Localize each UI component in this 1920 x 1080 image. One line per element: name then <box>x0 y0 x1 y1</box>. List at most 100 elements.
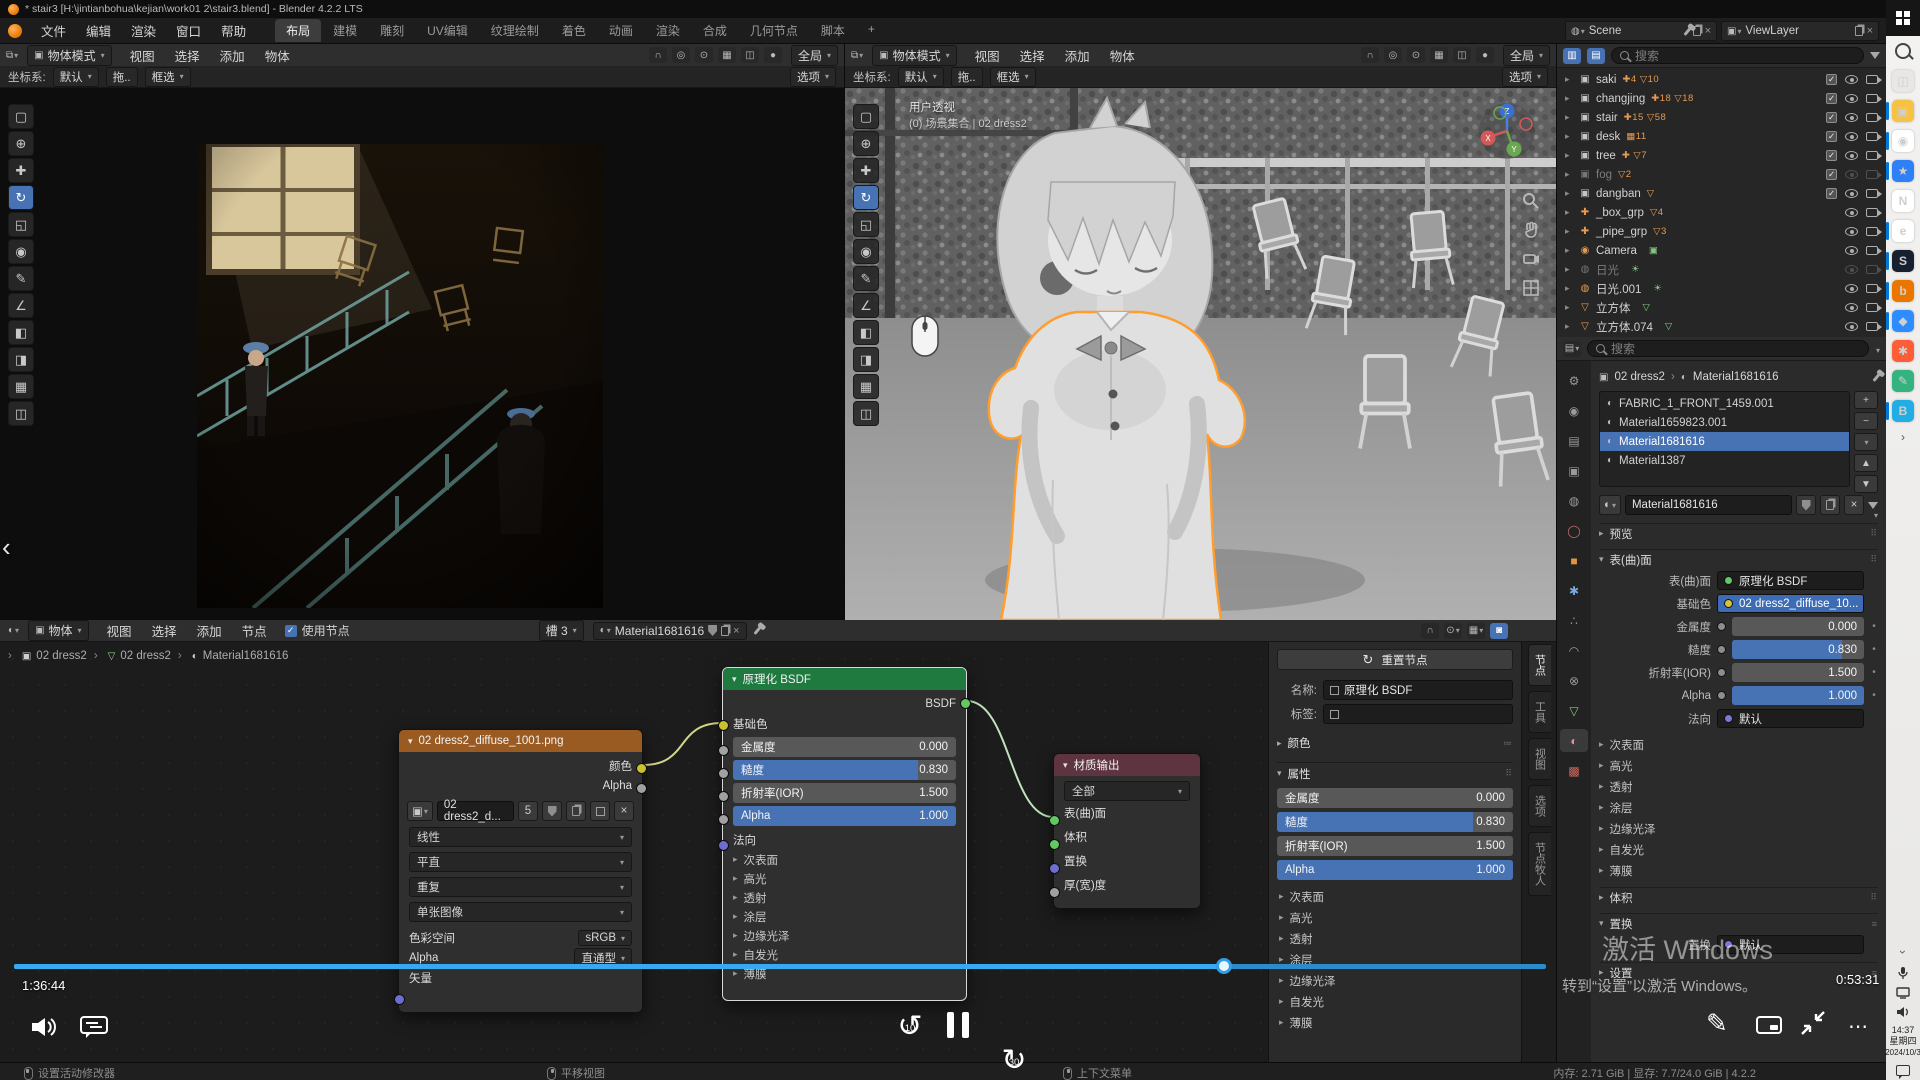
hide-eye-icon[interactable] <box>1845 113 1858 122</box>
node-header[interactable]: 原理化 BSDF <box>723 668 966 690</box>
taskbar-overflow-chevron[interactable]: › <box>1886 426 1920 448</box>
add-cube-tool[interactable]: ◧ <box>853 320 879 345</box>
orientation-dropdown[interactable]: 全局 <box>1503 45 1550 66</box>
shader-menu-item[interactable]: 选择 <box>143 620 186 642</box>
outliner-row[interactable]: ▸ ✚ _box_grp ▽4 ✓ <box>1557 203 1886 222</box>
transform-tool[interactable]: ◉ <box>8 239 34 264</box>
output-target-dropdown[interactable]: 全部 <box>1072 783 1095 799</box>
measure-tool[interactable]: ∠ <box>8 293 34 318</box>
mode-dropdown[interactable]: ▣物体模式 <box>872 45 956 66</box>
disable-render-icon[interactable] <box>1866 151 1878 160</box>
expand-arrow-icon[interactable]: ▸ <box>1565 283 1574 294</box>
tab-data[interactable]: ▽ <box>1560 699 1588 722</box>
material-name-field[interactable]: Material1681616 <box>1625 495 1792 515</box>
expand-arrow-icon[interactable]: ▸ <box>1565 150 1574 161</box>
image-name-field[interactable]: 02 dress2_d... <box>437 801 514 821</box>
material-subpanel[interactable]: 薄膜 <box>1599 860 1878 881</box>
workspace-tab[interactable]: 几何节点 <box>739 19 809 42</box>
properties-options-icon[interactable] <box>1875 342 1880 356</box>
preview-toggle-icon[interactable]: ◙ <box>1490 623 1508 639</box>
extrude-tool[interactable]: ◨ <box>853 347 879 372</box>
start-button[interactable] <box>1886 0 1920 36</box>
bsdf-slider[interactable]: 折射率(IOR)1.500 <box>733 783 956 803</box>
expand-arrow-icon[interactable]: ▸ <box>1565 169 1574 180</box>
menu-item[interactable]: 文件 <box>32 19 75 42</box>
move-tool[interactable]: ✚ <box>853 158 879 183</box>
unlink-icon[interactable]: × <box>1844 495 1864 515</box>
base-color-field[interactable]: 02 dress2_diffuse_10... <box>1717 594 1864 613</box>
material-subpanel[interactable]: 自发光 <box>1599 839 1878 860</box>
exclude-checkbox[interactable]: ✓ <box>1826 131 1837 142</box>
more-options-button[interactable]: ⋯ <box>1848 1014 1870 1039</box>
disable-render-icon[interactable] <box>1866 303 1878 312</box>
node-name-field[interactable]: 原理化 BSDF <box>1323 680 1513 700</box>
outliner-row[interactable]: ▸ ▣ saki ✚4 ▽10 ✓ <box>1557 70 1886 89</box>
taskbar-app[interactable]: ★ <box>1886 156 1920 186</box>
tab-world[interactable]: ◯ <box>1560 519 1588 542</box>
seekbar-handle[interactable] <box>1216 958 1232 974</box>
object-name[interactable]: fog <box>1596 169 1612 181</box>
render-view[interactable]: ▢⊕✚↻◱◉✎∠◧◨▦◫ <box>0 88 844 620</box>
exclude-checkbox[interactable]: ✓ <box>1826 150 1837 161</box>
displacement-input-socket[interactable] <box>1049 863 1060 874</box>
orientation-dropdown[interactable]: 全局 <box>791 45 838 66</box>
vector-input-socket[interactable] <box>394 994 405 1005</box>
preview-section[interactable]: 预览⠿ <box>1599 523 1878 543</box>
hide-eye-icon[interactable] <box>1845 170 1858 179</box>
sidebar-slider[interactable]: 糙度0.830 <box>1277 812 1513 832</box>
expand-arrow-icon[interactable]: ▸ <box>1565 321 1574 332</box>
taskbar-app[interactable]: S <box>1886 246 1920 276</box>
taskbar-app[interactable]: ◫ <box>1886 66 1920 96</box>
viewport-menu-item[interactable]: 添加 <box>1056 44 1099 67</box>
object-name[interactable]: stair <box>1596 112 1618 124</box>
sidebar-tab[interactable]: 工具 <box>1528 691 1551 733</box>
breadcrumb-item[interactable]: ◐Material1681616 <box>178 650 289 662</box>
viewport-menu-item[interactable]: 物体 <box>256 44 299 67</box>
tray-expand-icon[interactable]: › <box>1896 950 1910 954</box>
tweak-select-tool[interactable]: ▢ <box>853 104 879 129</box>
options-dropdown[interactable]: 选项 <box>790 67 836 87</box>
hide-eye-icon[interactable] <box>1845 265 1858 274</box>
add-cube-tool[interactable]: ◧ <box>8 320 34 345</box>
pivot-point-icon[interactable]: ◎ <box>672 47 690 63</box>
shader-menu-item[interactable]: 节点 <box>233 620 276 642</box>
object-name[interactable]: Camera <box>1596 245 1637 257</box>
copy-icon[interactable] <box>566 801 586 821</box>
material-subpanel[interactable]: 透射 <box>1599 776 1878 797</box>
outliner-row[interactable]: ▸ ▣ dangban ▽ ✓ <box>1557 184 1886 203</box>
principled-bsdf-node[interactable]: 原理化 BSDF BSDF 基础色 金属度0.000糙度0.830折射率(IOR… <box>722 667 967 1001</box>
outliner-display-mode-icon[interactable]: ▥ <box>1563 48 1581 64</box>
workspace-tab[interactable]: 纹理绘制 <box>480 19 550 42</box>
remove-slot-button[interactable]: − <box>1854 412 1878 430</box>
mode-dropdown[interactable]: ▣物体模式 <box>27 45 111 66</box>
tab-particles[interactable]: ∴ <box>1560 609 1588 632</box>
thickness-input-socket[interactable] <box>1049 887 1060 898</box>
material-datablock[interactable]: ◐ Material1681616 × <box>593 622 747 640</box>
rotate-tool[interactable]: ↻ <box>8 185 34 210</box>
volume-section[interactable]: 体积⠿ <box>1599 887 1878 907</box>
viewport-menu-item[interactable]: 添加 <box>211 44 254 67</box>
cursor-tool[interactable]: ⊕ <box>8 131 34 156</box>
display-icon[interactable] <box>1896 987 1910 999</box>
expand-arrow-icon[interactable]: ▸ <box>1565 302 1574 313</box>
overlays-icon[interactable]: ▦ <box>1430 47 1448 63</box>
workspace-tab[interactable]: UV编辑 <box>416 19 479 42</box>
material-slider[interactable]: 1.000 <box>1732 686 1864 705</box>
blender-menu-icon[interactable] <box>8 24 22 38</box>
workspace-tab[interactable]: 着色 <box>551 19 597 42</box>
workspace-tab[interactable]: 动画 <box>598 19 644 42</box>
menu-item[interactable]: 渲染 <box>122 19 165 42</box>
video-seekbar[interactable] <box>14 964 1546 969</box>
scene-selector[interactable]: ◍ Scene × <box>1565 21 1717 41</box>
expand-arrow-icon[interactable]: ▸ <box>1565 93 1574 104</box>
material-slider[interactable]: 0.830 <box>1732 640 1864 659</box>
volume-icon[interactable] <box>1896 1006 1910 1018</box>
volume-button[interactable] <box>30 1016 56 1038</box>
displacement-section[interactable]: 置换≡ <box>1599 913 1878 933</box>
pack-icon[interactable] <box>590 801 610 821</box>
tab-tool[interactable]: ⚙ <box>1560 369 1588 392</box>
tab-viewlayer[interactable]: ▣ <box>1560 459 1588 482</box>
close-icon[interactable]: × <box>733 625 739 637</box>
bsdf-slider[interactable]: Alpha1.000 <box>733 806 956 826</box>
material-slot[interactable]: ◐Material1387 <box>1600 451 1849 470</box>
